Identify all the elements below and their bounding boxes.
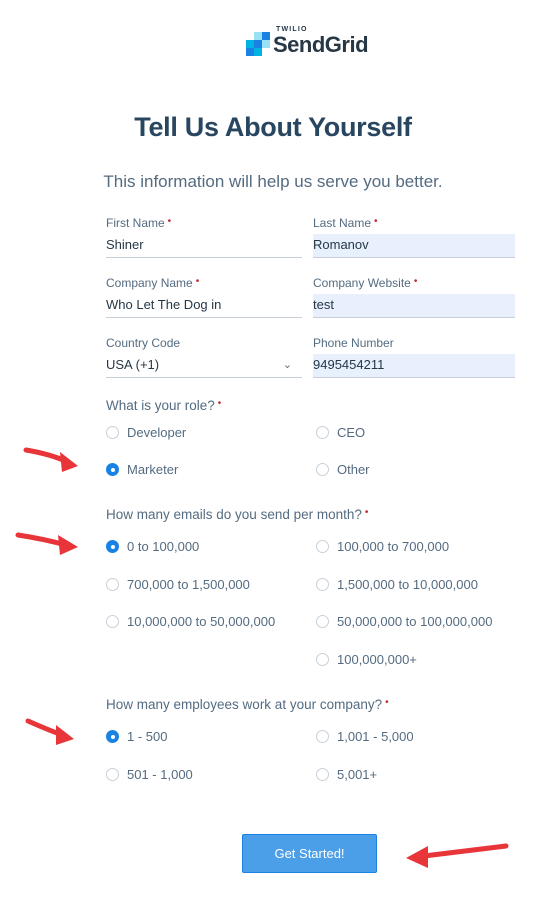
annotation-arrow-icon [15, 532, 78, 555]
required-marker: • [385, 697, 389, 708]
company-website-label: Company Website [313, 276, 411, 290]
company-website-field: Company Website • test [313, 276, 515, 318]
required-marker: • [195, 276, 200, 287]
annotation-arrow-icon [23, 447, 78, 472]
radio-button[interactable] [316, 426, 329, 439]
radio-button[interactable] [106, 426, 119, 439]
radio-button[interactable] [316, 615, 329, 628]
company-name-field: Company Name • Who Let The Dog in [106, 276, 302, 318]
get-started-button[interactable]: Get Started! [242, 834, 377, 873]
phone-number-field: Phone Number 9495454211 [313, 336, 515, 378]
required-marker: • [364, 507, 369, 518]
last-name-input[interactable]: Romanov [313, 234, 515, 258]
last-name-label: Last Name [313, 216, 372, 230]
first-name-input[interactable]: Shiner [106, 234, 302, 258]
logo-brand-name: SendGrid [273, 32, 369, 57]
radio-button[interactable] [316, 540, 329, 553]
country-code-select[interactable]: USA (+1) [106, 354, 302, 378]
radio-button[interactable] [316, 653, 329, 666]
sendgrid-logo-icon [246, 32, 270, 56]
annotation-arrow-icon [25, 718, 74, 745]
radio-button-selected[interactable] [106, 463, 119, 476]
last-name-field: Last Name • Romanov [313, 216, 515, 258]
required-marker: • [217, 398, 222, 409]
role-question: What is your role? • [106, 398, 222, 413]
required-marker: • [167, 216, 172, 227]
chevron-down-icon[interactable]: ⌄ [283, 358, 292, 371]
phone-number-input[interactable]: 9495454211 [313, 354, 515, 378]
radio-button[interactable] [106, 615, 119, 628]
required-marker: • [374, 216, 378, 227]
company-name-input[interactable]: Who Let The Dog in [106, 294, 302, 318]
page-subtitle: This information will help us serve you … [103, 172, 443, 191]
first-name-field: First Name • Shiner [106, 216, 302, 258]
radio-button[interactable] [316, 578, 329, 591]
radio-button-selected[interactable] [106, 540, 119, 553]
company-website-input[interactable]: test [313, 294, 515, 318]
phone-number-label: Phone Number [313, 336, 394, 350]
radio-button[interactable] [106, 768, 119, 781]
annotation-arrow-icon [406, 843, 509, 868]
required-marker: • [413, 276, 418, 287]
company-name-label: Company Name [106, 276, 193, 290]
country-code-label: Country Code [106, 336, 181, 350]
sendgrid-logo: TWILIO SendGrid [246, 26, 376, 60]
emails-question: How many emails do you send per month? • [106, 507, 369, 522]
page-title: Tell Us About Yourself [134, 112, 412, 142]
country-code-field: Country Code USA (+1) ⌄ [106, 336, 302, 378]
radio-button[interactable] [106, 578, 119, 591]
employees-question: How many employees work at your company?… [106, 697, 389, 712]
radio-button[interactable] [316, 768, 329, 781]
radio-button[interactable] [316, 463, 329, 476]
radio-button-selected[interactable] [106, 730, 119, 743]
first-name-label: First Name [106, 216, 165, 230]
radio-button[interactable] [316, 730, 329, 743]
